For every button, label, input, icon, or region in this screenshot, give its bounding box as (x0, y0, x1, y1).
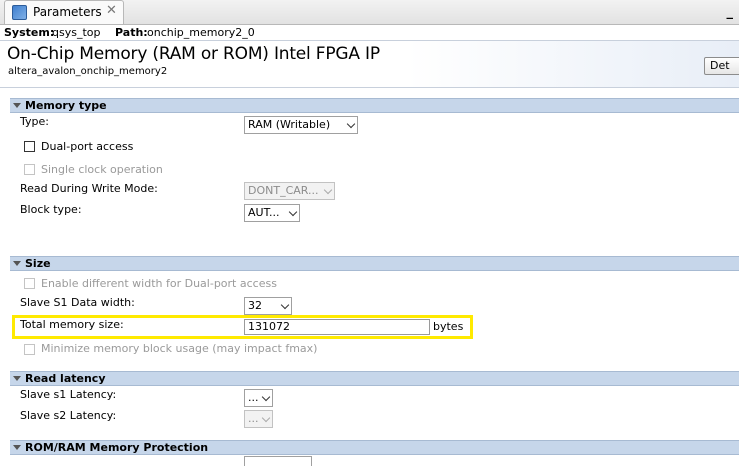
ip-header: On-Chip Memory (RAM or ROM) Intel FPGA I… (0, 40, 739, 88)
tab-label: Parameters (33, 5, 102, 19)
chevron-down-icon (280, 300, 290, 310)
dual-port-label: Dual-port access (41, 140, 134, 153)
type-select-value: RAM (Writable) (248, 118, 331, 131)
s1-data-width-label: Slave S1 Data width: (20, 296, 135, 309)
type-label: Type: (20, 115, 49, 128)
different-width-checkbox[interactable] (24, 278, 35, 289)
path-label: Path: (115, 26, 148, 39)
block-type-value: AUT... (248, 206, 280, 219)
s1-latency-label: Slave s1 Latency: (20, 388, 117, 401)
dual-port-checkbox[interactable] (24, 141, 35, 152)
section-title: ROM/RAM Memory Protection (25, 441, 209, 454)
system-value: qsys_top (52, 26, 101, 39)
s2-latency-label: Slave s2 Latency: (20, 409, 117, 422)
rdw-mode-value: DONT_CAR... (248, 184, 319, 197)
rdw-mode-select[interactable]: DONT_CAR... (244, 182, 335, 200)
chevron-down-icon (288, 207, 298, 217)
close-icon[interactable]: ✕ (106, 3, 117, 18)
section-title: Read latency (25, 372, 106, 385)
section-size[interactable]: Size (10, 256, 739, 271)
tab-bar: Parameters ✕ _ (0, 0, 739, 25)
type-select[interactable]: RAM (Writable) (244, 116, 358, 134)
collapse-triangle-icon (13, 376, 21, 381)
ip-title: On-Chip Memory (RAM or ROM) Intel FPGA I… (7, 44, 380, 64)
details-button[interactable]: Det (704, 57, 739, 75)
path-bar: System: qsys_top Path: onchip_memory2_0 (0, 25, 739, 40)
minimize-button[interactable]: _ (727, 5, 734, 20)
section-memory-type[interactable]: Memory type (10, 98, 739, 113)
total-memory-unit: bytes (433, 320, 464, 333)
rdw-mode-label: Read During Write Mode: (20, 182, 158, 195)
chevron-down-icon (261, 413, 271, 423)
system-label: System: (4, 26, 55, 39)
parameter-panel: Memory type Type: RAM (Writable) Dual-po… (0, 88, 739, 466)
s2-latency-value: ... (248, 412, 259, 425)
collapse-triangle-icon (13, 261, 21, 266)
block-type-label: Block type: (20, 203, 82, 216)
s1-data-width-value: 32 (248, 299, 262, 312)
minimize-block-label: Minimize memory block usage (may impact … (41, 342, 318, 355)
protection-select-partial[interactable] (244, 456, 312, 466)
minimize-block-checkbox[interactable] (24, 344, 35, 355)
different-width-label: Enable different width for Dual-port acc… (41, 277, 277, 290)
block-type-select[interactable]: AUT... (244, 204, 300, 222)
parameters-icon (12, 5, 27, 20)
path-value: onchip_memory2_0 (147, 26, 255, 39)
single-clock-label: Single clock operation (41, 163, 163, 176)
total-memory-label: Total memory size: (20, 318, 124, 331)
section-title: Size (25, 257, 51, 270)
s1-data-width-select[interactable]: 32 (244, 297, 292, 315)
ip-subtitle: altera_avalon_onchip_memory2 (8, 66, 168, 77)
section-read-latency[interactable]: Read latency (10, 371, 739, 386)
s1-latency-select[interactable]: ... (244, 389, 273, 407)
tab-parameters[interactable]: Parameters ✕ (4, 0, 124, 24)
s1-latency-value: ... (248, 391, 259, 404)
collapse-triangle-icon (13, 103, 21, 108)
chevron-down-icon (323, 185, 333, 195)
chevron-down-icon (261, 392, 271, 402)
section-title: Memory type (25, 99, 107, 112)
section-memory-protection[interactable]: ROM/RAM Memory Protection (10, 440, 739, 455)
s2-latency-select[interactable]: ... (244, 410, 273, 428)
total-memory-input[interactable]: 131072 (244, 319, 430, 335)
single-clock-checkbox[interactable] (24, 164, 35, 175)
collapse-triangle-icon (13, 445, 21, 450)
chevron-down-icon (346, 119, 356, 129)
